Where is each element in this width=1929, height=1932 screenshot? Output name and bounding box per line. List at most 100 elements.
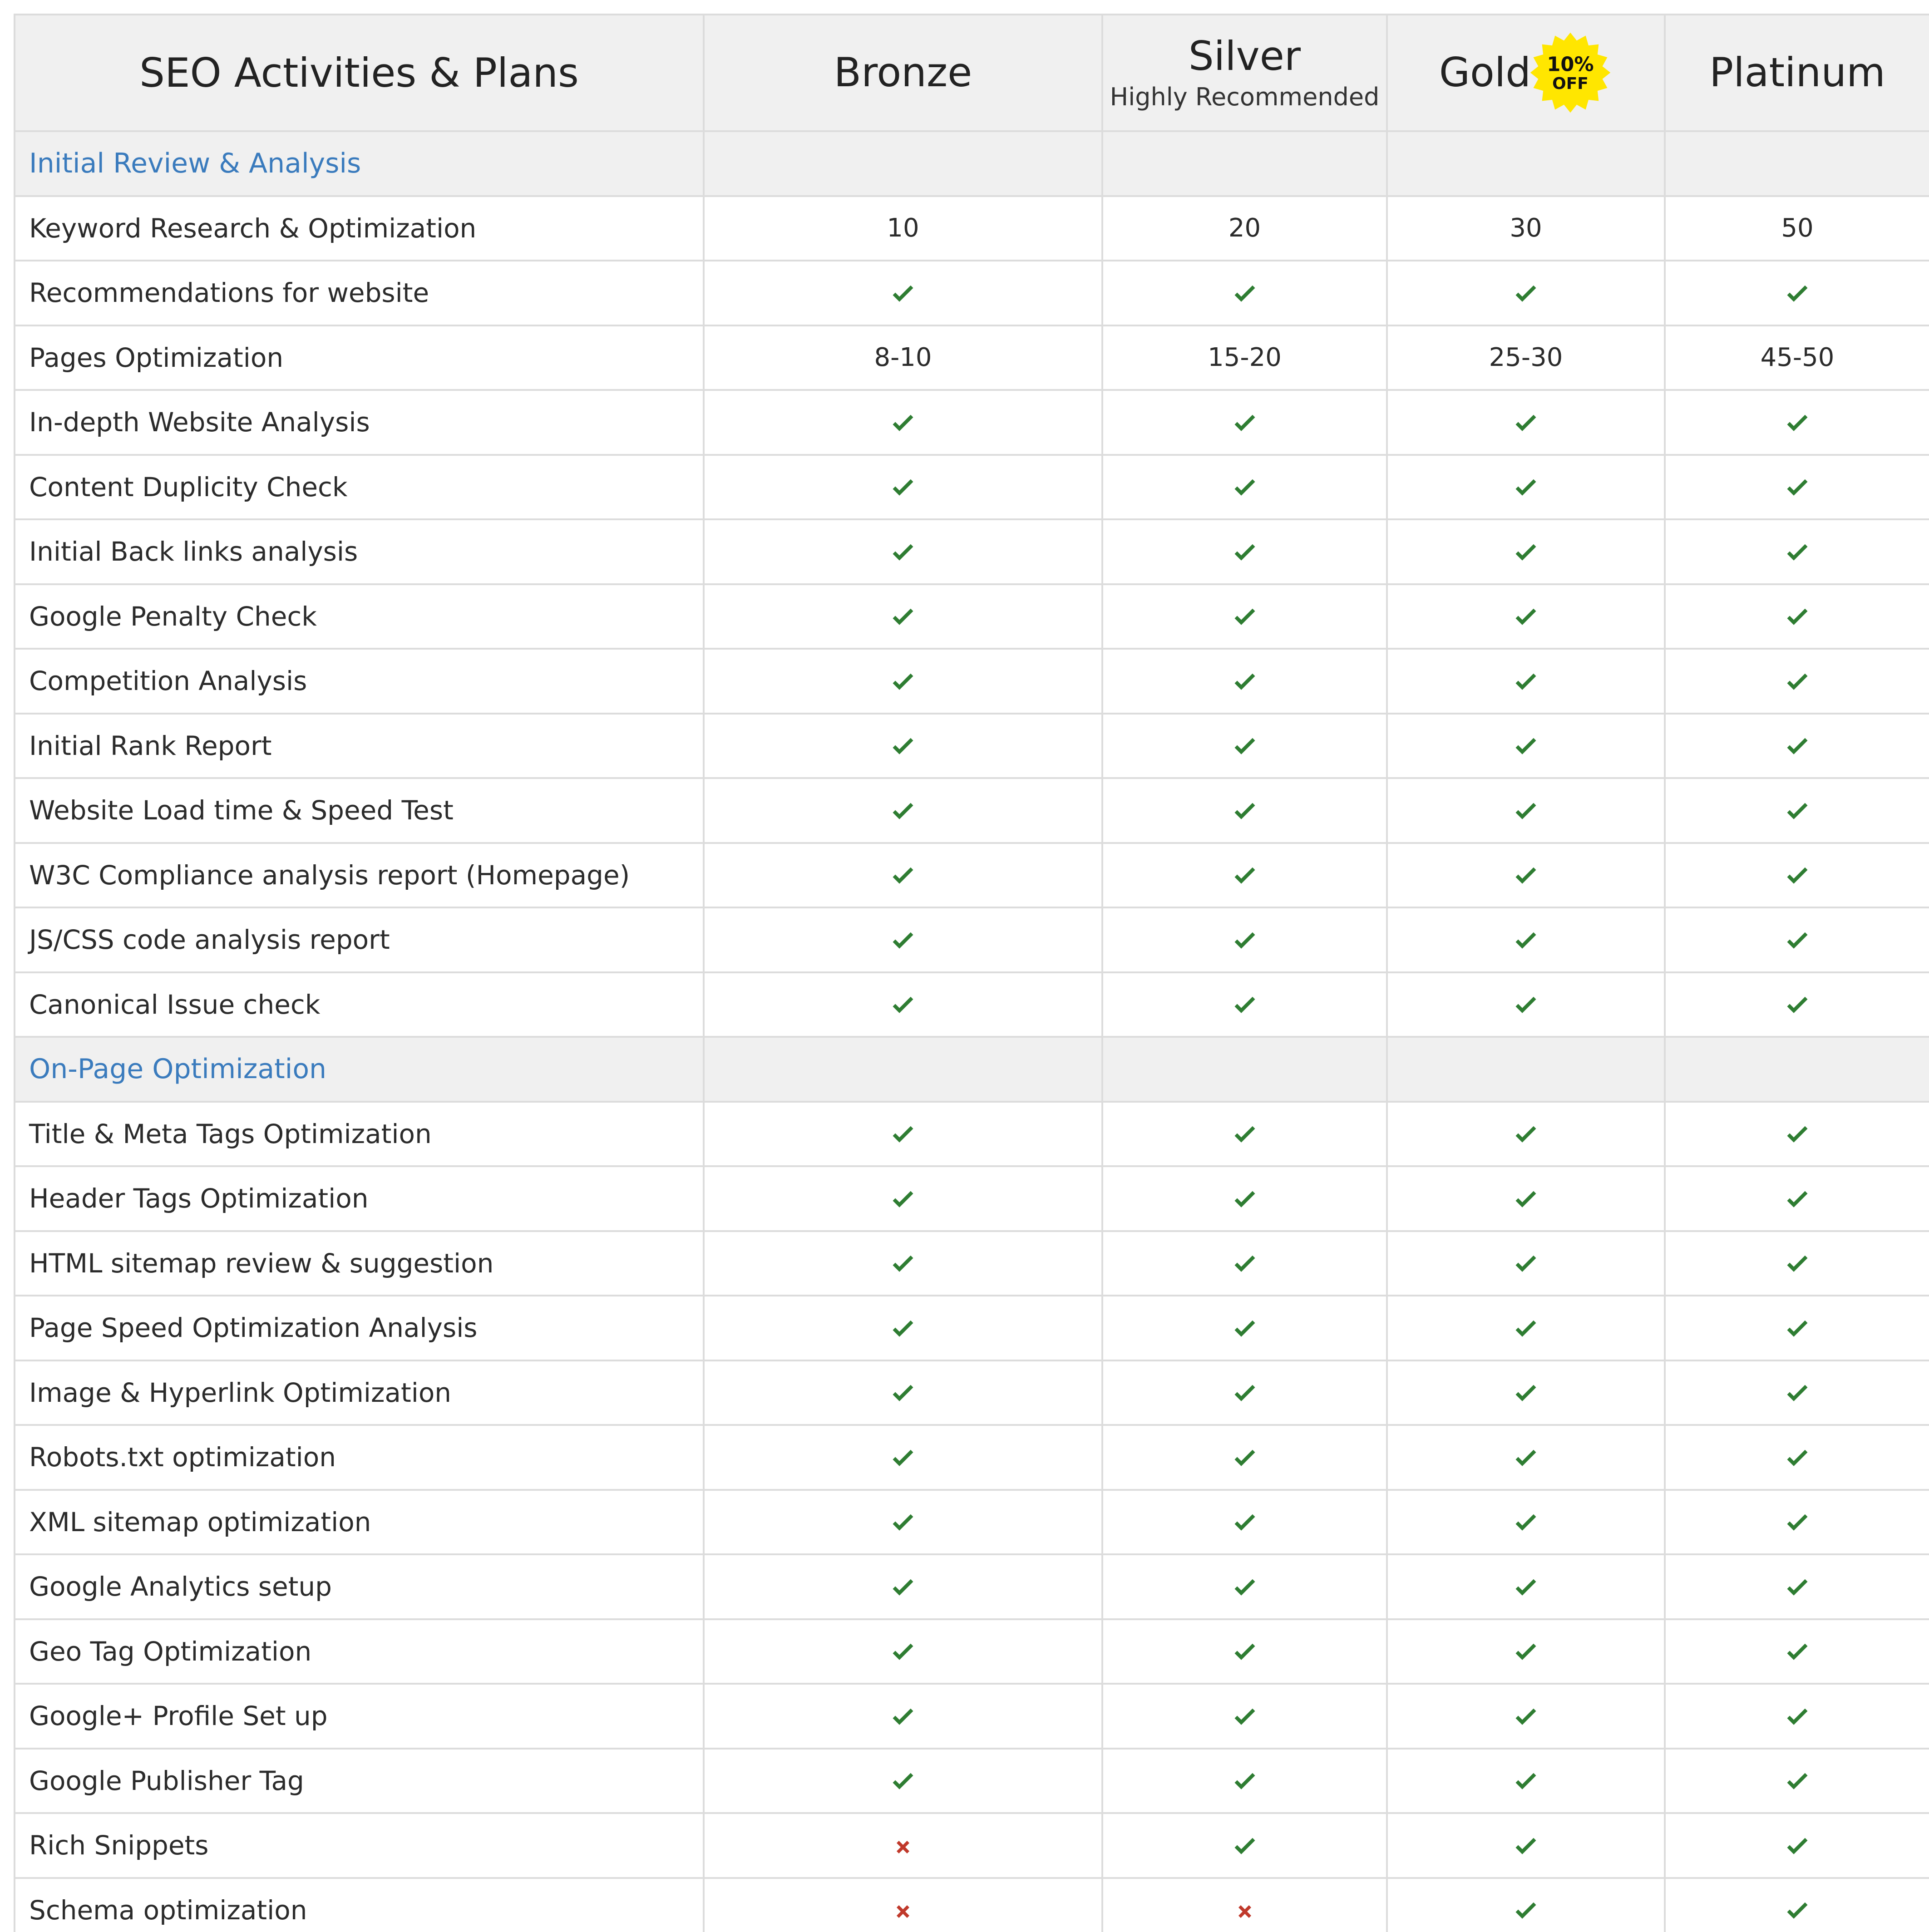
- cell-platinum: [1664, 1488, 1929, 1555]
- table-row: Google+ Profile Set up: [14, 1683, 1929, 1750]
- check-icon: [891, 284, 915, 305]
- table-row: Rich Snippets: [14, 1812, 1929, 1879]
- cell-bronze: [703, 1295, 1103, 1361]
- cell-silver: [1101, 1747, 1388, 1814]
- cell-platinum: [1664, 1877, 1929, 1932]
- check-icon: [1233, 1449, 1257, 1469]
- check-icon: [1785, 931, 1810, 952]
- check-icon: [1785, 996, 1810, 1016]
- check-icon: [1785, 543, 1810, 564]
- cell-platinum: [1664, 971, 1929, 1038]
- cell-platinum: [1664, 518, 1929, 585]
- cell-bronze: [703, 1230, 1103, 1296]
- check-icon: [1233, 672, 1257, 693]
- cell-silver: [1101, 971, 1388, 1038]
- plan-name-platinum: Platinum: [1709, 49, 1885, 96]
- cell-silver: [1101, 1553, 1388, 1620]
- check-icon: [1233, 1642, 1257, 1663]
- check-icon: [1785, 1384, 1810, 1405]
- cell-value-silver: 20: [1101, 195, 1388, 261]
- check-icon: [1514, 1384, 1538, 1405]
- cell-silver: [1101, 389, 1388, 456]
- check-icon: [1785, 478, 1810, 499]
- cell-bronze: [703, 777, 1103, 844]
- cell-silver: [1101, 453, 1388, 520]
- table-row: XML sitemap optimization: [14, 1488, 1929, 1555]
- cell-silver: [1101, 1359, 1388, 1426]
- table-row: Google Publisher Tag: [14, 1747, 1929, 1814]
- cell-silver: [1101, 907, 1388, 973]
- cell-gold: [1386, 648, 1666, 715]
- check-icon: [1785, 1578, 1810, 1599]
- feature-label: Robots.txt optimization: [14, 1424, 705, 1491]
- cell-platinum: [1664, 1553, 1929, 1620]
- check-icon: [1785, 607, 1810, 628]
- section-empty-cell: [1664, 1036, 1929, 1103]
- check-icon: [891, 478, 915, 499]
- check-icon: [1514, 1319, 1538, 1340]
- check-icon: [1233, 1254, 1257, 1275]
- table-row: Keyword Research & Optimization 10 20 30 50: [14, 195, 1929, 261]
- check-icon: [891, 1578, 915, 1599]
- check-icon: [891, 1449, 915, 1469]
- check-icon: [1233, 1513, 1257, 1534]
- cell-bronze: [703, 453, 1103, 520]
- cell-silver: [1101, 260, 1388, 326]
- check-icon: [891, 802, 915, 823]
- cell-value-gold: 30: [1386, 195, 1666, 261]
- cell-silver: [1101, 1812, 1388, 1879]
- cell-platinum: [1664, 842, 1929, 908]
- feature-label: Initial Back links analysis: [14, 518, 705, 585]
- cell-silver: [1101, 842, 1388, 908]
- cell-gold: [1386, 1683, 1666, 1750]
- cell-gold: [1386, 1618, 1666, 1685]
- check-icon: [891, 1125, 915, 1146]
- cell-bronze: [703, 1488, 1103, 1555]
- cell-bronze: [703, 389, 1103, 456]
- plan-subtitle-silver: Highly Recommended: [1110, 83, 1380, 112]
- plan-header-gold: Gold 10% OFF: [1386, 14, 1666, 132]
- table-row: Pages Optimization 8-10 15-20 25-30 45-50: [14, 324, 1929, 391]
- check-icon: [891, 414, 915, 434]
- plans-table-body: Initial Review & Analysis Keyword Researc…: [14, 130, 1929, 1932]
- table-row: JS/CSS code analysis report: [14, 907, 1929, 973]
- discount-badge: 10% OFF: [1529, 32, 1611, 113]
- table-row: Google Analytics setup: [14, 1553, 1929, 1620]
- check-icon: [1514, 1578, 1538, 1599]
- cell-value-gold: 25-30: [1386, 324, 1666, 391]
- check-icon: [1233, 737, 1257, 758]
- cell-platinum: [1664, 389, 1929, 456]
- cell-gold: [1386, 583, 1666, 650]
- check-icon: [1233, 1578, 1257, 1599]
- check-icon: [1514, 866, 1538, 887]
- check-icon: [891, 672, 915, 693]
- cell-bronze: [703, 1100, 1103, 1167]
- check-icon: [1233, 1319, 1257, 1340]
- cell-value-bronze: 8-10: [703, 324, 1103, 391]
- check-icon: [1785, 414, 1810, 434]
- section-empty-cell: [1386, 1036, 1666, 1103]
- cell-platinum: [1664, 1424, 1929, 1491]
- seo-plans-comparison: SEO Activities & Plans Bronze Silver Hig…: [14, 14, 1929, 1932]
- cell-platinum: [1664, 1165, 1929, 1232]
- check-icon: [1785, 1319, 1810, 1340]
- check-icon: [1514, 1254, 1538, 1275]
- cell-bronze: [703, 648, 1103, 715]
- cell-platinum: [1664, 260, 1929, 326]
- cell-silver: [1101, 777, 1388, 844]
- check-icon: [891, 1254, 915, 1275]
- section-empty-cell: [1386, 130, 1666, 197]
- section-label: On-Page Optimization: [14, 1036, 705, 1103]
- cell-bronze: [703, 260, 1103, 326]
- feature-label: Google Penalty Check: [14, 583, 705, 650]
- cell-bronze: [703, 1424, 1103, 1491]
- cell-bronze: [703, 1165, 1103, 1232]
- table-row: Initial Back links analysis: [14, 518, 1929, 585]
- check-icon: [1514, 1513, 1538, 1534]
- cell-platinum: [1664, 1747, 1929, 1814]
- section-empty-cell: [703, 1036, 1103, 1103]
- cell-platinum: [1664, 648, 1929, 715]
- cell-gold: [1386, 712, 1666, 779]
- plans-table: SEO Activities & Plans Bronze Silver Hig…: [14, 14, 1929, 1932]
- feature-label: W3C Compliance analysis report (Homepage…: [14, 842, 705, 908]
